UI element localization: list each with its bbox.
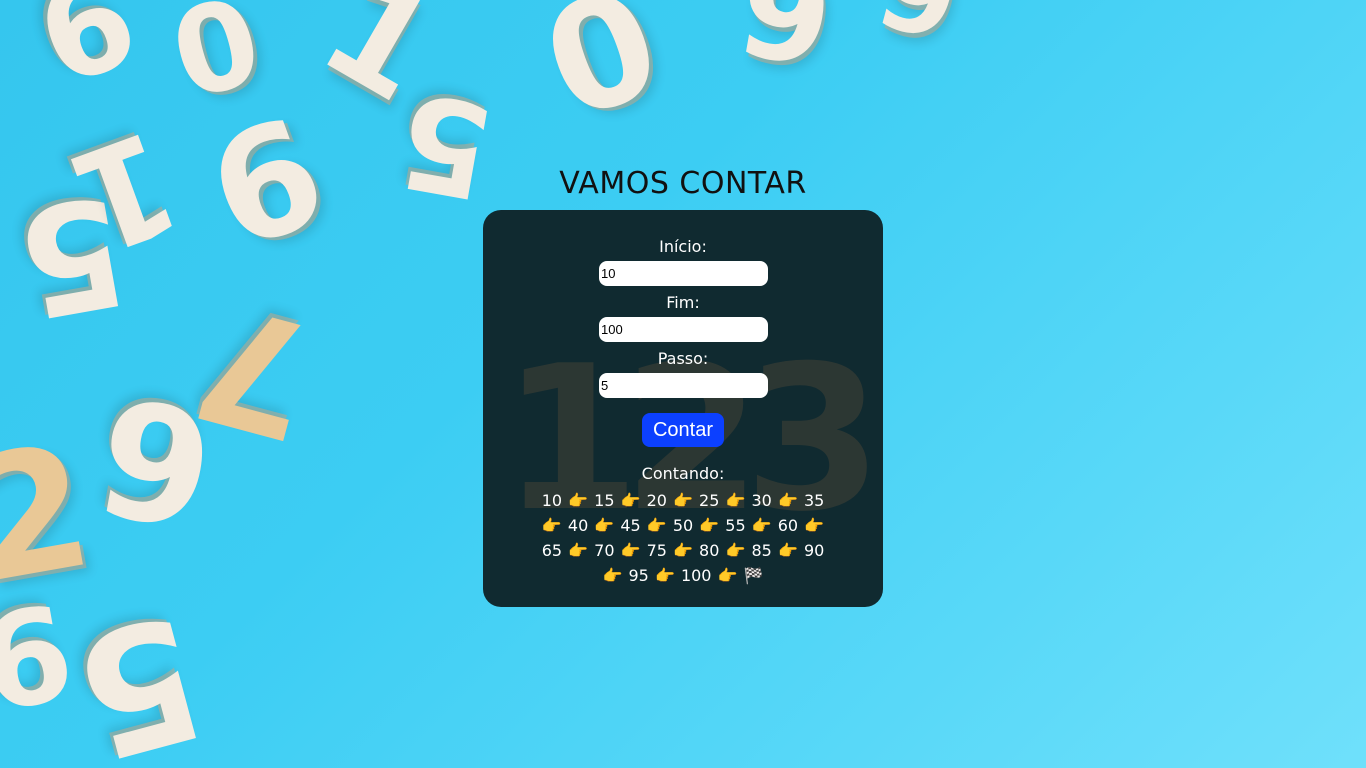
passo-input[interactable] xyxy=(599,373,768,398)
bg-digit: 0 xyxy=(523,0,681,155)
bg-digit: 5 xyxy=(56,574,222,768)
bg-digit: 2 xyxy=(0,407,105,623)
page-title: VAMOS CONTAR xyxy=(559,166,807,201)
fim-input[interactable] xyxy=(599,317,768,342)
passo-label: Passo: xyxy=(657,349,709,368)
fim-label: Fim: xyxy=(666,293,700,312)
bg-digit: 6 xyxy=(84,358,227,563)
inicio-input[interactable] xyxy=(599,261,768,286)
result-sequence: 10 👉 15 👉 20 👉 25 👉 30 👉 35 👉 40 👉 45 👉 … xyxy=(541,491,825,585)
contar-button[interactable]: Contar xyxy=(642,413,724,447)
bg-digit: 9 xyxy=(727,0,843,98)
bg-digit: 9 xyxy=(865,0,972,67)
bg-digit: 1 xyxy=(296,0,462,135)
inicio-label: Início: xyxy=(659,237,707,256)
result-label: Contando: xyxy=(641,464,725,483)
bg-digit: 9 xyxy=(16,0,154,112)
counter-panel: 123 Início: Fim: Passo: Contar Contando:… xyxy=(483,210,883,607)
bg-digit: 0 xyxy=(158,0,275,128)
bg-digit: 7 xyxy=(177,265,334,476)
bg-digit: 9 xyxy=(0,572,83,738)
